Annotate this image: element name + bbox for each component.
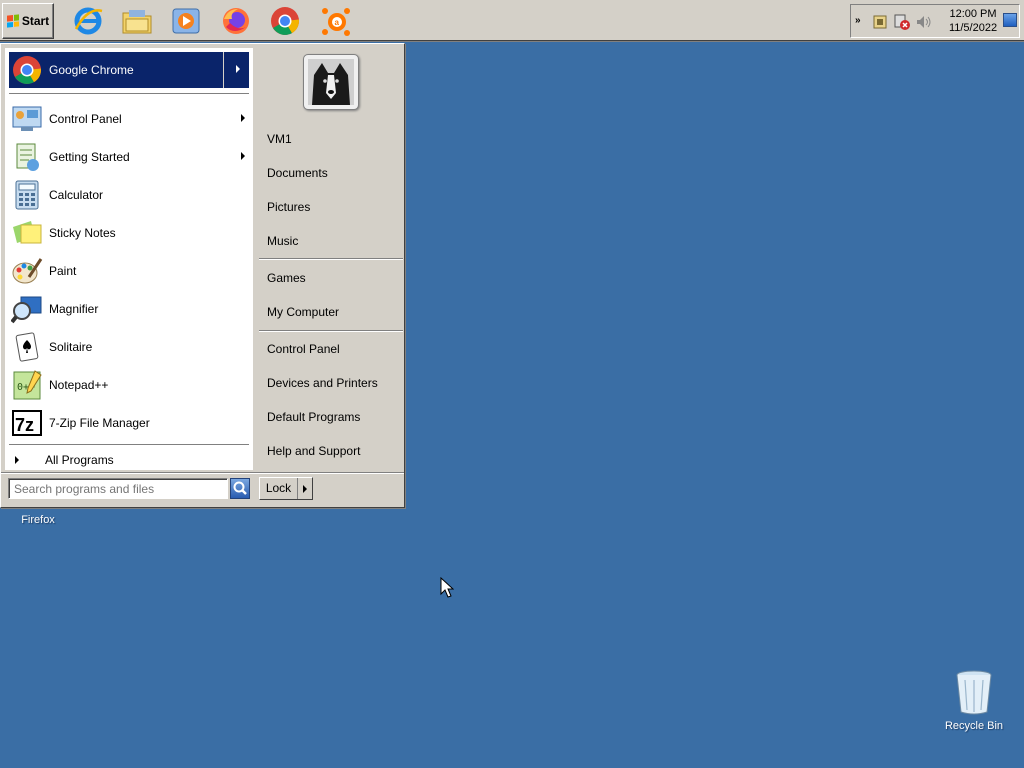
avast-icon[interactable]: a xyxy=(318,4,352,38)
divider xyxy=(9,444,249,446)
search-button[interactable] xyxy=(230,478,250,499)
system-tray: » 12:00 PM 11/5/2022 xyxy=(850,4,1020,38)
media-player-icon[interactable] xyxy=(169,4,203,38)
start-item-paint[interactable]: Paint xyxy=(5,253,253,289)
start-item-getting-started[interactable]: Getting Started xyxy=(5,139,253,175)
divider xyxy=(9,93,249,95)
start-item-label: Getting Started xyxy=(49,150,130,164)
start-item-label: Notepad++ xyxy=(49,378,109,392)
start-item-label: Solitaire xyxy=(49,340,93,354)
chevron-right-icon[interactable] xyxy=(303,484,307,493)
default-programs-link[interactable]: Default Programs xyxy=(261,404,401,430)
chevron-right-icon xyxy=(236,65,240,73)
all-programs-button[interactable]: All Programs xyxy=(5,450,253,470)
start-item-magnifier[interactable]: Magnifier xyxy=(5,291,253,327)
firefox-icon[interactable] xyxy=(219,4,253,38)
start-item-label: Sticky Notes xyxy=(49,226,116,240)
start-button[interactable]: Start xyxy=(2,3,54,39)
svg-text:a: a xyxy=(335,18,340,27)
start-item-control-panel[interactable]: Control Panel xyxy=(5,101,253,137)
divider xyxy=(259,330,403,332)
search-icon xyxy=(233,481,247,495)
start-menu-programs-pane: Google Chrome Control Panel Getting Star… xyxy=(5,48,253,470)
mouse-cursor-icon xyxy=(440,577,454,598)
chevron-right-icon xyxy=(15,456,19,464)
show-desktop-button[interactable] xyxy=(1003,13,1017,27)
volume-icon[interactable] xyxy=(915,13,933,31)
7zip-icon: 7z xyxy=(12,410,42,436)
clock-time: 12:00 PM xyxy=(949,8,997,20)
start-item-label: Magnifier xyxy=(49,302,99,316)
divider xyxy=(259,258,403,260)
user-folder-link[interactable]: VM1 xyxy=(261,126,401,152)
recycle-bin-label: Recycle Bin xyxy=(944,720,1004,732)
chevron-right-icon xyxy=(241,152,245,160)
network-disconnected-icon[interactable] xyxy=(893,13,911,31)
desktop-firefox-label[interactable]: Firefox xyxy=(12,514,64,526)
start-item-7zip[interactable]: 7z 7-Zip File Manager xyxy=(5,405,253,441)
pinned-item-label: Google Chrome xyxy=(49,63,134,77)
start-menu-bottom-bar: Lock xyxy=(1,472,404,507)
dog-user-picture-icon xyxy=(308,59,354,105)
start-label: Start xyxy=(21,14,50,28)
clock-date: 11/5/2022 xyxy=(948,22,998,34)
start-item-solitaire[interactable]: Solitaire xyxy=(5,329,253,365)
magnifier-icon xyxy=(11,296,42,324)
documents-link[interactable]: Documents xyxy=(261,160,401,186)
taskbar: Start a » 12:00 PM 11/5/2022 xyxy=(0,0,1024,42)
start-item-label: Paint xyxy=(49,264,77,278)
clock[interactable]: 12:00 PM 11/5/2022 xyxy=(945,7,1001,35)
paint-icon xyxy=(12,258,43,284)
sticky-notes-icon xyxy=(13,221,42,244)
start-item-label: Control Panel xyxy=(49,112,122,126)
music-link[interactable]: Music xyxy=(261,228,401,254)
lock-button[interactable]: Lock xyxy=(259,477,313,500)
internet-explorer-icon[interactable] xyxy=(71,4,105,38)
recycle-bin[interactable]: Recycle Bin xyxy=(940,668,1008,740)
start-item-notepadpp[interactable]: 0++ Notepad++ xyxy=(5,367,253,403)
my-computer-link[interactable]: My Computer xyxy=(261,299,401,325)
notepadpp-icon: 0++ xyxy=(13,370,42,400)
lock-label: Lock xyxy=(260,478,298,499)
start-item-label: Calculator xyxy=(49,188,104,202)
search-input[interactable] xyxy=(8,478,228,499)
pinned-item-google-chrome[interactable]: Google Chrome xyxy=(9,52,249,88)
getting-started-icon xyxy=(16,143,39,171)
games-link[interactable]: Games xyxy=(261,265,401,291)
windows-logo-icon xyxy=(6,14,19,28)
jump-list-button[interactable] xyxy=(223,52,249,88)
start-menu: Google Chrome Control Panel Getting Star… xyxy=(0,43,405,508)
help-and-support-link[interactable]: Help and Support xyxy=(261,438,401,464)
devices-and-printers-link[interactable]: Devices and Printers xyxy=(261,370,401,396)
start-menu-places-pane: VM1 Documents Pictures Music Games My Co… xyxy=(257,44,404,474)
pictures-link[interactable]: Pictures xyxy=(261,194,401,220)
recycle-bin-icon xyxy=(956,670,992,715)
folder-explorer-icon[interactable] xyxy=(120,4,154,38)
all-programs-label: All Programs xyxy=(45,453,114,467)
start-item-calculator[interactable]: Calculator xyxy=(5,177,253,213)
action-center-icon[interactable] xyxy=(871,13,889,31)
start-item-sticky-notes[interactable]: Sticky Notes xyxy=(5,215,253,251)
calculator-icon xyxy=(15,180,39,210)
svg-text:7z: 7z xyxy=(15,415,34,435)
user-avatar[interactable] xyxy=(303,54,359,110)
tray-expand-chevron-icon[interactable]: » xyxy=(855,15,861,26)
control-panel-link[interactable]: Control Panel xyxy=(261,336,401,362)
start-item-label: 7-Zip File Manager xyxy=(49,416,150,430)
control-panel-icon xyxy=(12,106,42,131)
chevron-right-icon xyxy=(241,114,245,122)
solitaire-icon xyxy=(15,332,39,362)
chrome-icon[interactable] xyxy=(268,4,302,38)
chrome-icon xyxy=(13,56,41,84)
